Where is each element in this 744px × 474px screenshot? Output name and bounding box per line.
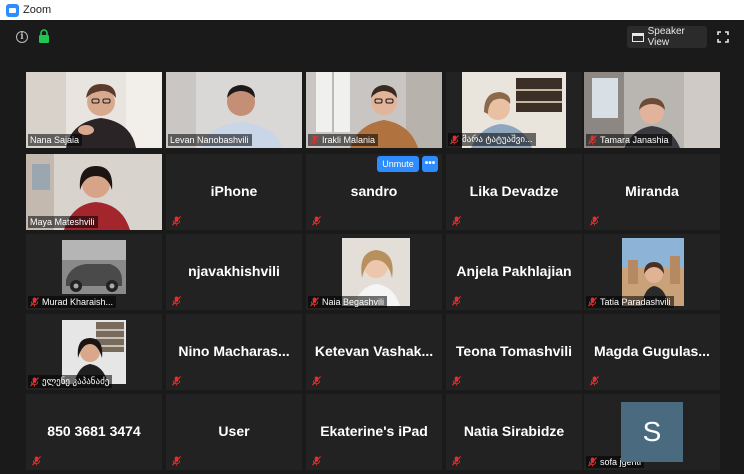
participant-tile[interactable]: Tatia Paradashvili — [584, 234, 720, 310]
participant-name-label: Maya Mateshvili — [28, 216, 98, 228]
speaker-view-icon — [632, 32, 644, 42]
muted-mic-icon — [588, 457, 597, 467]
participant-tile[interactable]: მარა ტატუაშვი... — [446, 72, 582, 148]
participant-name-label: Levan Nanobashvili — [168, 134, 252, 146]
zoom-logo-icon — [6, 3, 19, 17]
speaker-view-button[interactable]: Speaker View — [627, 26, 707, 48]
muted-mic-icon — [590, 376, 599, 386]
info-icon[interactable]: i — [16, 31, 28, 43]
participant-name-label: Tamara Janashia — [586, 134, 672, 146]
participant-name: Magda Gugulas... — [594, 343, 710, 359]
participant-name: sandro — [350, 183, 398, 199]
participant-tile[interactable]: Nino Macharas... — [166, 314, 302, 390]
participant-tile[interactable]: Magda Gugulas... — [584, 314, 720, 390]
participant-tile[interactable]: Nana Sajaia — [26, 72, 162, 148]
participant-tile[interactable]: Miranda — [584, 154, 720, 230]
window-titlebar: Zoom — [0, 0, 744, 20]
muted-mic-icon — [588, 135, 597, 145]
participant-name: 850 3681 3474 — [47, 423, 141, 439]
participant-name-label: მარა ტატუაშვი... — [448, 133, 536, 146]
participant-name-label: Naia Begashvili — [308, 296, 388, 308]
muted-mic-icon — [452, 456, 461, 466]
participant-name: Teona Tomashvili — [455, 343, 573, 359]
muted-mic-icon — [30, 297, 39, 307]
participant-name: Anjela Pakhlajian — [456, 263, 572, 279]
participant-tile[interactable]: User — [166, 394, 302, 470]
participant-name: iPhone — [210, 183, 258, 199]
muted-mic-icon — [32, 456, 41, 466]
muted-mic-icon — [310, 297, 319, 307]
participant-name-label: Tatia Paradashvili — [586, 296, 674, 308]
muted-mic-icon — [172, 456, 181, 466]
meeting-topbar: i Speaker View — [0, 20, 744, 52]
participant-tile[interactable]: ელენე კაპანაძე — [26, 314, 162, 390]
muted-mic-icon — [172, 376, 181, 386]
unmute-button[interactable]: Unmute — [377, 156, 419, 172]
participant-name-label: Irakli Malania — [308, 134, 379, 146]
lock-icon[interactable] — [38, 29, 50, 43]
participant-name-label: Nana Sajaia — [28, 134, 83, 146]
participant-name: njavakhishvili — [188, 263, 280, 279]
participant-tile[interactable]: Lika Devadze — [446, 154, 582, 230]
muted-mic-icon — [172, 296, 181, 306]
participant-tile[interactable]: Maya Mateshvili — [26, 154, 162, 230]
muted-mic-icon — [590, 216, 599, 226]
participant-tile[interactable]: Ekaterine's iPad — [306, 394, 442, 470]
muted-mic-icon — [588, 297, 597, 307]
muted-mic-icon — [30, 376, 39, 386]
participant-tile[interactable]: Levan Nanobashvili — [166, 72, 302, 148]
participant-name-label: Murad Kharaish... — [28, 296, 117, 308]
participant-tile[interactable]: Anjela Pakhlajian — [446, 234, 582, 310]
participant-name-label: ელენე კაპანაძე — [28, 375, 113, 388]
participant-tile[interactable]: 850 3681 3474 — [26, 394, 162, 470]
participant-tile[interactable]: Natia Sirabidze — [446, 394, 582, 470]
participant-name: Ekaterine's iPad — [320, 423, 428, 439]
avatar: S — [621, 402, 683, 462]
more-options-button[interactable]: ••• — [422, 156, 438, 172]
muted-mic-icon — [172, 216, 181, 226]
window-title: Zoom — [23, 4, 52, 16]
muted-mic-icon — [312, 216, 321, 226]
participant-tile[interactable]: Irakli Malania — [306, 72, 442, 148]
participant-name: Lika Devadze — [469, 183, 559, 199]
participant-tile[interactable]: Naia Begashvili — [306, 234, 442, 310]
speaker-view-label: Speaker View — [647, 26, 685, 48]
participant-tile[interactable]: iPhone — [166, 154, 302, 230]
participant-tile[interactable]: Tamara Janashia — [584, 72, 720, 148]
muted-mic-icon — [312, 456, 321, 466]
participant-name: Natia Sirabidze — [463, 423, 565, 439]
muted-mic-icon — [450, 134, 459, 144]
participant-tile[interactable]: Ketevan Vashak... — [306, 314, 442, 390]
participant-name: User — [218, 423, 250, 439]
fullscreen-icon[interactable] — [717, 31, 729, 43]
muted-mic-icon — [452, 376, 461, 386]
participant-tile[interactable]: njavakhishvili — [166, 234, 302, 310]
participant-name: Nino Macharas... — [178, 343, 290, 359]
muted-mic-icon — [452, 296, 461, 306]
muted-mic-icon — [310, 135, 319, 145]
participant-tile[interactable]: Teona Tomashvili — [446, 314, 582, 390]
participant-tile[interactable]: Murad Kharaish... — [26, 234, 162, 310]
participant-name: Miranda — [625, 183, 679, 199]
participant-name: Ketevan Vashak... — [314, 343, 434, 359]
muted-mic-icon — [452, 216, 461, 226]
muted-mic-icon — [312, 376, 321, 386]
